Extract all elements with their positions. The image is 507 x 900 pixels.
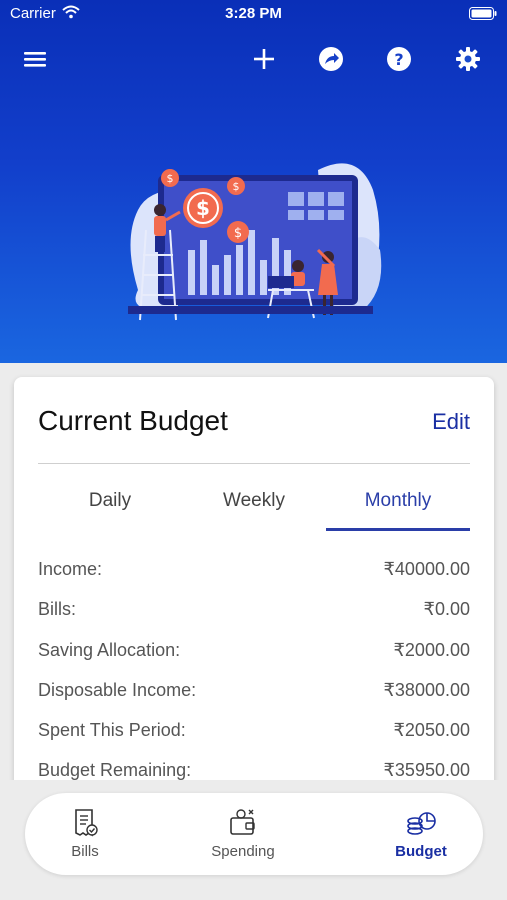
svg-text:$: $: [234, 226, 242, 241]
tab-budget[interactable]: Budget: [371, 793, 471, 875]
svg-text:$: $: [196, 196, 210, 220]
edit-button[interactable]: Edit: [432, 409, 470, 435]
share-icon[interactable]: [316, 44, 346, 74]
row-label: Budget Remaining:: [38, 760, 192, 781]
row-label: Saving Allocation:: [38, 639, 181, 660]
tab-label: Bills: [71, 843, 99, 860]
tab-bills[interactable]: Bills: [35, 793, 135, 875]
tab-label: Budget: [395, 843, 447, 860]
row-value: ₹38000.00: [383, 679, 470, 700]
bills-icon: [69, 807, 101, 839]
list-item: Bills: ₹0.00: [38, 595, 470, 635]
row-value: ₹40000.00: [383, 559, 470, 579]
bottom-tab-bar: Bills Spending Budget: [25, 793, 483, 875]
row-label: Income:: [38, 559, 103, 579]
budget-illustration: $ $ $ $: [128, 163, 382, 321]
row-value: ₹0.00: [423, 599, 471, 620]
svg-text:$: $: [167, 172, 174, 185]
card-title: Current Budget: [38, 405, 228, 436]
tab-label: Spending: [211, 843, 275, 860]
budget-icon: [405, 807, 437, 839]
list-item: Income: ₹40000.00: [38, 555, 470, 595]
svg-text:$: $: [233, 180, 240, 193]
list-item: Saving Allocation: ₹2000.00: [38, 636, 470, 676]
wallet-icon: [227, 807, 259, 839]
list-item: Disposable Income: ₹38000.00: [38, 676, 470, 716]
row-value: ₹2000.00: [393, 639, 470, 660]
tab-weekly[interactable]: Weekly: [182, 481, 326, 531]
period-tabs: Daily Weekly Monthly: [38, 481, 470, 531]
divider: [38, 463, 470, 464]
battery-icon: [469, 7, 497, 24]
row-label: Spent This Period:: [38, 720, 186, 741]
row-label: Disposable Income:: [38, 679, 197, 700]
tab-spending[interactable]: Spending: [193, 793, 293, 875]
tab-daily[interactable]: Daily: [38, 481, 182, 531]
row-label: Bills:: [38, 599, 77, 620]
clock: 3:28 PM: [225, 5, 282, 22]
plus-icon[interactable]: [249, 44, 279, 74]
list-item: Spent This Period: ₹2050.00: [38, 716, 470, 756]
status-bar: Carrier 3:28 PM: [0, 0, 507, 28]
budget-summary: Income: ₹40000.00 Bills: ₹0.00 Saving Al…: [38, 555, 470, 797]
row-value: ₹2050.00: [393, 720, 470, 741]
help-icon[interactable]: ?: [384, 44, 414, 74]
svg-text:?: ?: [394, 50, 403, 69]
row-value: ₹35950.00: [383, 760, 470, 781]
current-budget-card: Current Budget Edit Daily Weekly Monthly…: [14, 377, 494, 797]
tab-monthly[interactable]: Monthly: [326, 481, 470, 531]
settings-icon[interactable]: [453, 44, 483, 74]
header-banner: Carrier 3:28 PM ? $ $ $ $: [0, 0, 507, 363]
menu-icon[interactable]: [20, 44, 50, 74]
